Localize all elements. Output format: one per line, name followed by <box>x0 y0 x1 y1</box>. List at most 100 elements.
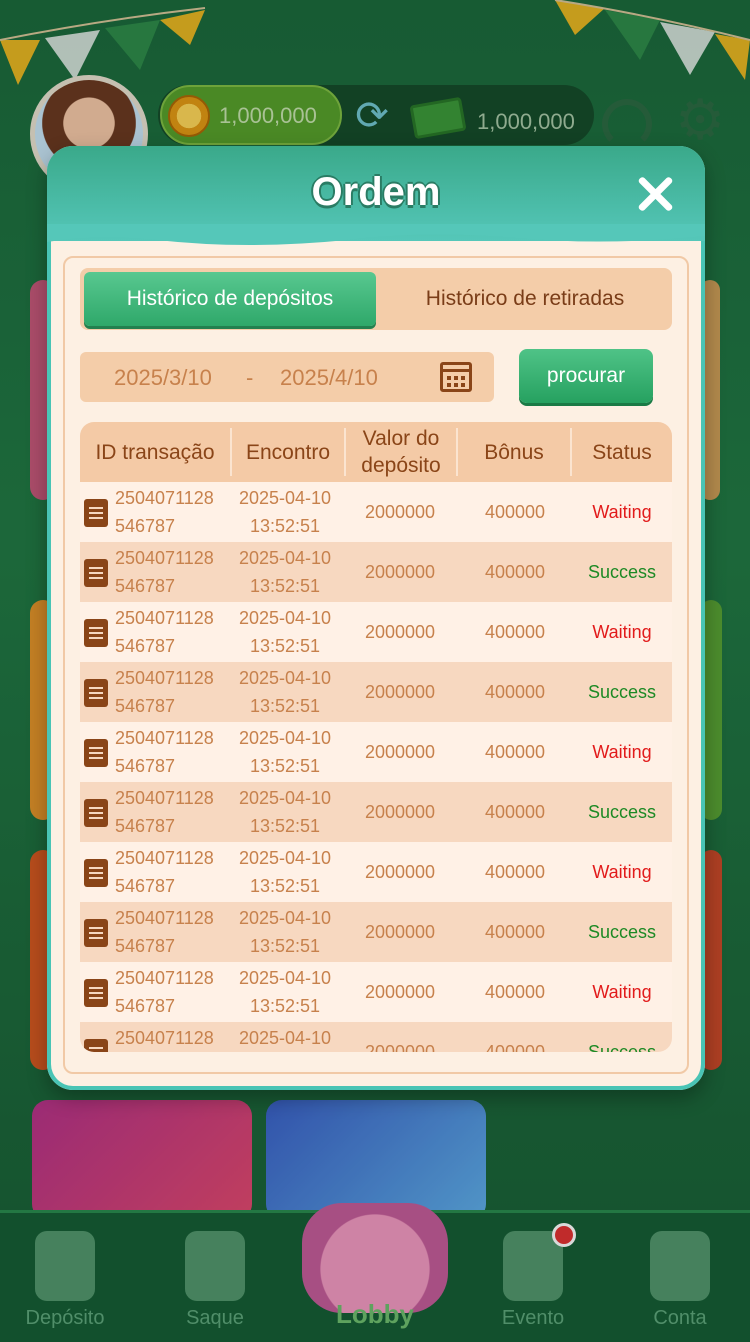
bonus-amount: 400000 <box>484 862 546 882</box>
table-row[interactable]: 2504071128 546787 2025-04-10 13:52:51 200000… <box>80 482 672 542</box>
transaction-date: 2025-04-10 <box>238 608 332 628</box>
table-row[interactable]: 25040711285467872025-04-1013:52:51200000… <box>80 602 672 662</box>
transaction-id-line: 546787 <box>115 816 176 836</box>
transaction-id-line: 2504071128 <box>115 488 214 508</box>
transaction-datetime: 2025-04-10 13:52:51 <box>228 604 342 660</box>
search-button[interactable]: procurar <box>519 349 653 403</box>
transaction-id-line: 546787 <box>115 936 176 956</box>
transaction-time: 13:52:51 <box>249 636 321 656</box>
bonus-amount: 400000 <box>484 502 546 522</box>
bonus-amount: 400000 <box>484 982 546 1002</box>
history-tabs: Histórico de depósitos Histórico de reti… <box>80 268 672 330</box>
deposit-amount: 2000000 <box>364 502 436 522</box>
document-icon[interactable] <box>84 679 108 707</box>
column-header: ID transação <box>95 440 215 464</box>
deposit-amount: 2000000 <box>364 922 436 942</box>
document-icon[interactable] <box>84 979 108 1007</box>
document-icon[interactable] <box>84 799 108 827</box>
transaction-datetime: 2025-04-10 13:52:51 <box>228 664 342 720</box>
transaction-time: 13:52:51 <box>249 876 321 896</box>
document-icon[interactable] <box>84 739 108 767</box>
bonus-amount: 400000 <box>484 562 546 582</box>
transaction-id-line: 2504071128 <box>115 608 214 628</box>
status-badge: Waiting <box>592 502 652 522</box>
table-row[interactable]: 25040711285467872025-04-1013:52:51200000… <box>80 842 672 902</box>
transaction-date: 2025-04-10 <box>238 668 332 688</box>
transaction-time: 13:52:51 <box>249 576 321 596</box>
document-icon[interactable] <box>84 1039 108 1052</box>
transaction-time: 13:52:51 <box>249 816 321 836</box>
column-header: Bônus <box>484 440 544 464</box>
transaction-time: 13:52:51 <box>249 516 321 536</box>
transaction-date: 2025-04-10 <box>238 848 332 868</box>
transaction-date: 2025-04-10 <box>238 728 332 748</box>
status-badge: Success <box>587 802 657 822</box>
transaction-id-line: 2504071128 <box>115 1028 214 1048</box>
transaction-time: 13:52:51 <box>249 996 321 1016</box>
transaction-date: 2025-04-10 <box>238 548 332 568</box>
table-row[interactable]: 25040711285467872025-04-1013:52:51 200000… <box>80 1022 672 1052</box>
transaction-date: 2025-04-10 <box>238 968 332 988</box>
document-icon[interactable] <box>84 919 108 947</box>
transaction-id-line: 2504071128 <box>115 968 214 988</box>
status-badge: Waiting <box>592 982 652 1002</box>
transaction-id: 2504071128 546787 <box>115 544 227 600</box>
modal-title: Ordem <box>311 170 441 214</box>
order-modal: Ordem Histórico de depósitos Histórico d… <box>47 146 705 1090</box>
transaction-id: 2504071128 546787 <box>115 664 227 720</box>
status-badge: Success <box>587 1042 657 1052</box>
deposit-amount: 2000000 <box>364 562 436 582</box>
transaction-datetime: 2025-04-1013:52:51 <box>228 1024 342 1052</box>
date-to: 2025/4/10 <box>280 365 378 390</box>
transaction-id-line: 2504071128 <box>115 788 214 808</box>
transaction-id-line: 2504071128 <box>115 668 214 688</box>
status-badge: Waiting <box>592 742 652 762</box>
table-row[interactable]: 2504071128 546787 2025-04-1013:52:51 200000… <box>80 782 672 842</box>
transaction-id-line: 546787 <box>115 576 176 596</box>
document-icon[interactable] <box>84 499 108 527</box>
date-range-picker[interactable]: 2025/3/10 - 2025/4/10 <box>80 352 494 402</box>
bonus-amount: 400000 <box>484 742 546 762</box>
date-separator: - <box>246 365 254 390</box>
document-icon[interactable] <box>84 559 108 587</box>
bonus-amount: 400000 <box>484 922 546 942</box>
table-row[interactable]: 25040711285467872025-04-1013:52:51200000… <box>80 662 672 722</box>
transaction-id: 2504071128 546787 <box>115 784 227 840</box>
transaction-datetime: 2025-04-1013:52:51 <box>228 724 342 780</box>
transaction-id-line: 546787 <box>115 696 176 716</box>
transaction-date: 2025-04-10 <box>238 488 332 508</box>
close-icon[interactable] <box>633 172 677 216</box>
transaction-time: 13:52:51 <box>249 696 321 716</box>
column-header: Valor do depósito <box>361 427 441 477</box>
transaction-datetime: 2025-04-1013:52:51 <box>228 784 342 840</box>
document-icon[interactable] <box>84 859 108 887</box>
table-row[interactable]: 25040711285467872025-04-1013:52:51200000… <box>80 962 672 1022</box>
calendar-icon[interactable] <box>440 362 472 392</box>
table-row[interactable]: 25040711285467872025-04-1013:52:51200000… <box>80 902 672 962</box>
transaction-id-line: 2504071128 <box>115 908 214 928</box>
deposit-amount: 2000000 <box>364 862 436 882</box>
transaction-id-line: 2504071128 <box>115 548 214 568</box>
column-header: Status <box>592 440 652 464</box>
document-icon[interactable] <box>84 619 108 647</box>
status-badge: Waiting <box>592 862 652 882</box>
tab-withdraw-history[interactable]: Histórico de retiradas <box>380 272 670 326</box>
transaction-date: 2025-04-10 <box>238 1028 332 1048</box>
transactions-table[interactable]: ID transação Encontro Valor do depósito … <box>80 422 672 1052</box>
deposit-amount: 2000000 <box>364 1042 436 1052</box>
transaction-id: 2504071128546787 <box>115 1024 227 1052</box>
bonus-amount: 400000 <box>484 682 546 702</box>
transaction-id-line: 546787 <box>115 516 176 536</box>
transaction-id-line: 546787 <box>115 636 176 656</box>
table-row[interactable]: 25040711285467872025-04-1013:52:51200000… <box>80 722 672 782</box>
table-row[interactable]: 2504071128 546787 2025-04-10 13:52:51 200000… <box>80 542 672 602</box>
transaction-id: 2504071128 546787 <box>115 964 227 1020</box>
tab-deposit-history[interactable]: Histórico de depósitos <box>84 272 376 326</box>
transaction-datetime: 2025-04-10 13:52:51 <box>228 544 342 600</box>
deposit-amount: 2000000 <box>364 802 436 822</box>
transaction-datetime: 2025-04-10 13:52:51 <box>228 484 342 540</box>
transaction-date: 2025-04-10 <box>238 908 332 928</box>
status-badge: Success <box>587 922 657 942</box>
date-from: 2025/3/10 <box>114 365 212 390</box>
transaction-id-line: 546787 <box>115 996 176 1016</box>
